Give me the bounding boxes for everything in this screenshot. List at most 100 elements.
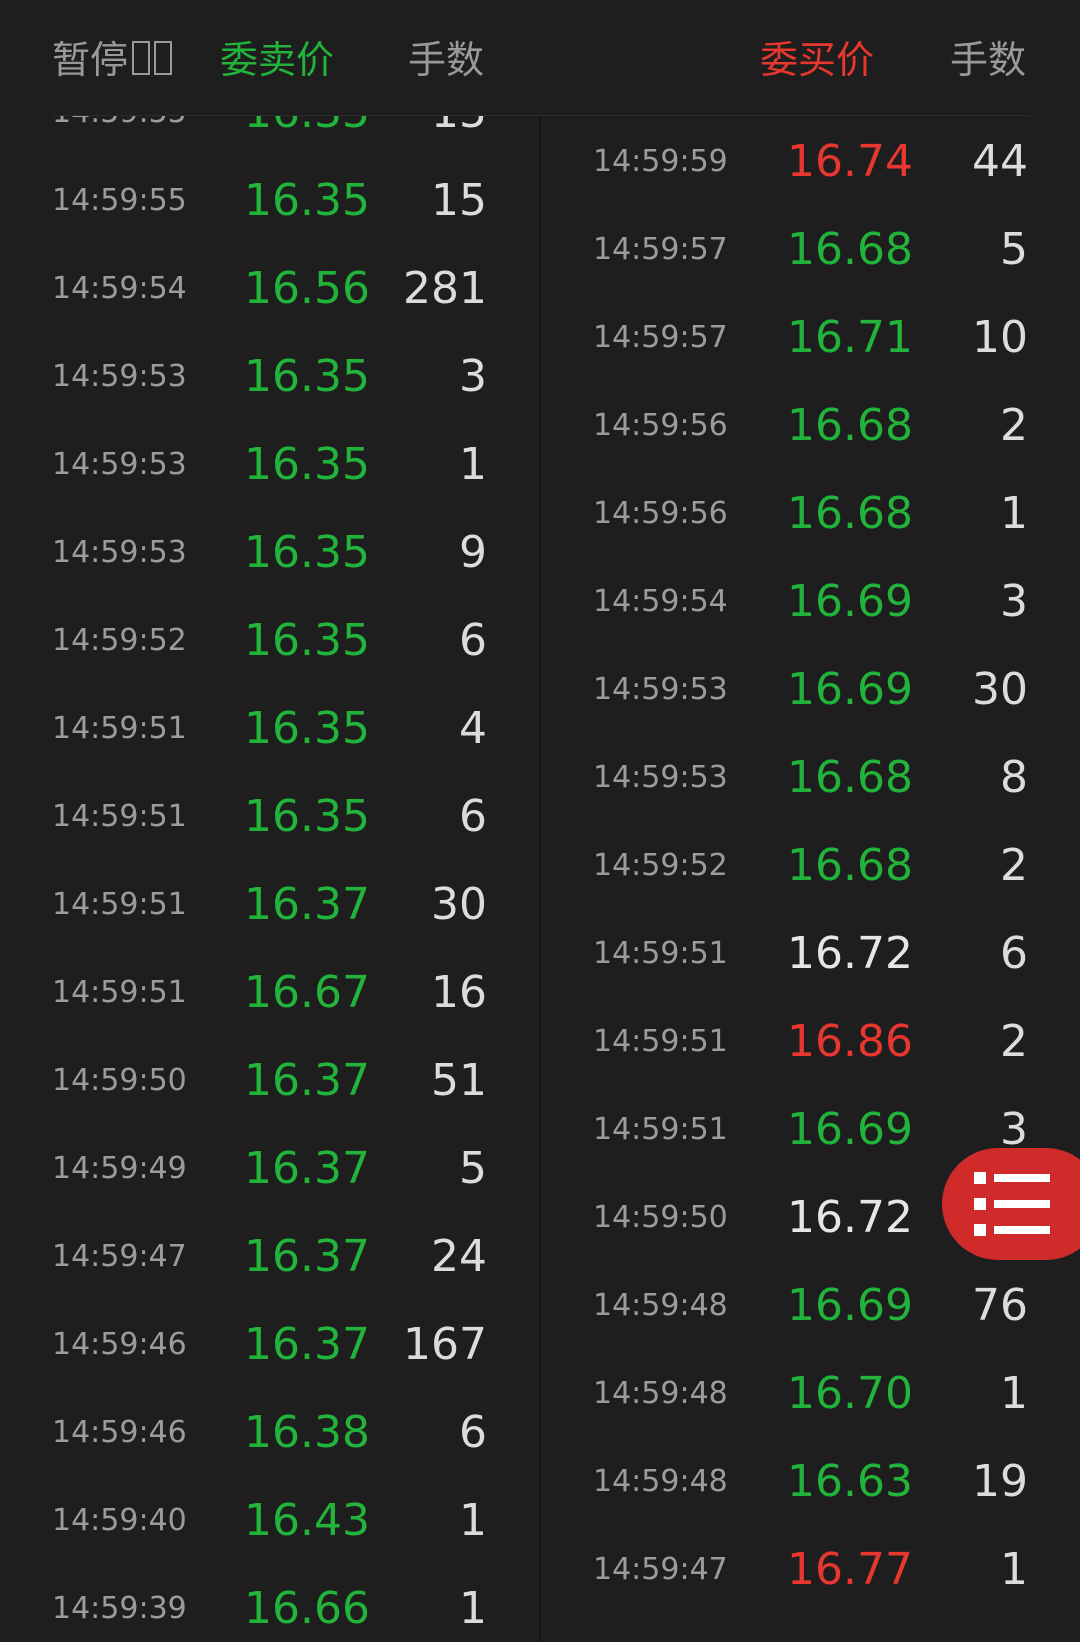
trade-time: 14:59:54 [593, 584, 728, 619]
trade-row: 14:59:46 16.37 167 [0, 1301, 539, 1389]
trade-price: 16.37 [244, 1231, 370, 1282]
trade-qty: 2 [1000, 840, 1028, 891]
trade-price: 16.37 [244, 879, 370, 930]
trade-time: 14:59:56 [593, 408, 728, 443]
trade-qty: 9 [459, 527, 487, 578]
trade-price: 16.77 [787, 1544, 913, 1595]
trade-time: 14:59:48 [593, 1376, 728, 1411]
list-icon [974, 1172, 1050, 1236]
trade-row: 14:59:40 16.43 1 [0, 1477, 539, 1565]
trade-qty: 5 [459, 1143, 487, 1194]
trade-row: 14:59:53 16.35 1 [0, 421, 539, 509]
trade-time: 14:59:56 [593, 496, 728, 531]
trade-row: 14:59:47 16.77 1 [541, 1526, 1080, 1614]
trade-qty: 167 [403, 1319, 487, 1370]
trade-row: 14:59:51 16.72 6 [541, 910, 1080, 998]
trade-qty: 2 [1000, 400, 1028, 451]
trade-price: 16.35 [244, 615, 370, 666]
trade-qty: 30 [972, 664, 1028, 715]
trade-time: 14:59:51 [52, 799, 187, 834]
trade-time: 14:59:53 [52, 535, 187, 570]
trade-qty: 1 [1000, 488, 1028, 539]
sell-list[interactable]: 14:59:5516.351514:59:5516.351514:59:5416… [0, 0, 539, 1642]
trade-qty: 51 [431, 1055, 487, 1106]
pause-button[interactable]: 暂停 [52, 32, 173, 88]
buy-list[interactable]: 14:59:59 16.74 44 14:59:57 16.68 5 14:59:57 16.… [541, 0, 1080, 1642]
trade-row: 14:59:46 16.38 6 [0, 1389, 539, 1477]
trade-qty: 6 [459, 615, 487, 666]
trade-price: 16.35 [244, 439, 370, 490]
trade-row: 14:59:53 16.35 9 [0, 509, 539, 597]
trade-time: 14:59:40 [52, 1503, 187, 1538]
trade-price: 16.37 [244, 1319, 370, 1370]
sell-price-header: 委卖价 [220, 38, 335, 82]
trade-price: 16.35 [244, 351, 370, 402]
trade-row: 14:59:53 16.68 8 [541, 734, 1080, 822]
trade-row: 14:59:39 16.66 1 [0, 1565, 539, 1642]
trade-time: 14:59:51 [52, 711, 187, 746]
header-divider [52, 115, 1030, 116]
trade-qty: 8 [1000, 752, 1028, 803]
trade-time: 14:59:53 [52, 447, 187, 482]
trade-row: 14:59:50 16.37 51 [0, 1037, 539, 1125]
trade-row: 14:59:53 16.69 30 [541, 646, 1080, 734]
trade-qty: 6 [459, 791, 487, 842]
trade-qty: 6 [459, 1407, 487, 1458]
list-menu-button[interactable] [942, 1148, 1080, 1260]
trade-row: 14:59:53 16.35 3 [0, 333, 539, 421]
trade-qty: 281 [403, 263, 487, 314]
trade-row: 14:59:59 16.74 44 [541, 118, 1080, 206]
trade-price: 16.69 [787, 664, 913, 715]
trade-time: 14:59:49 [52, 1151, 187, 1186]
trade-qty: 44 [972, 136, 1028, 187]
trade-time: 14:59:48 [593, 1288, 728, 1323]
trade-time: 14:59:47 [593, 1552, 728, 1587]
trade-price: 16.67 [244, 967, 370, 1018]
trade-row: 14:59:51 16.67 16 [0, 949, 539, 1037]
trade-row: 14:59:52 16.68 2 [541, 822, 1080, 910]
trade-qty: 3 [1000, 576, 1028, 627]
trade-price: 16.69 [787, 1280, 913, 1331]
trade-qty: 15 [431, 175, 487, 226]
trade-qty: 5 [1000, 224, 1028, 275]
trade-row: 14:59:51 16.86 2 [541, 998, 1080, 1086]
trade-qty: 1 [1000, 1368, 1028, 1419]
trade-price: 16.35 [244, 175, 370, 226]
trade-qty: 1 [459, 1495, 487, 1546]
trade-price: 16.71 [787, 312, 913, 363]
trade-price: 16.68 [787, 488, 913, 539]
trade-time: 14:59:50 [52, 1063, 187, 1098]
trade-price: 16.38 [244, 1407, 370, 1458]
trade-row: 14:59:57 16.71 10 [541, 294, 1080, 382]
trade-price: 16.72 [787, 1192, 913, 1243]
trade-time: 14:59:53 [593, 672, 728, 707]
trade-row: 14:59:56 16.68 2 [541, 382, 1080, 470]
trade-time: 14:59:52 [52, 623, 187, 658]
buy-qty-header: 手数 [950, 38, 1027, 82]
trade-time: 14:59:46 [52, 1327, 187, 1362]
trade-price: 16.43 [244, 1495, 370, 1546]
trade-header: 暂停 委卖价 手数 委买价 手数 [0, 0, 1080, 116]
trade-price: 16.63 [787, 1456, 913, 1507]
sell-qty-header: 手数 [408, 38, 485, 82]
trade-qty: 19 [972, 1456, 1028, 1507]
trade-time: 14:59:57 [593, 232, 728, 267]
trade-qty: 10 [972, 312, 1028, 363]
pause-icon [132, 41, 151, 75]
trade-time: 14:59:57 [593, 320, 728, 355]
trade-qty: 16 [431, 967, 487, 1018]
trade-qty: 30 [431, 879, 487, 930]
trade-row: 14:59:51 16.37 30 [0, 861, 539, 949]
trade-price: 16.35 [244, 703, 370, 754]
trade-time: 14:59:52 [593, 848, 728, 883]
trade-time: 14:59:51 [593, 1112, 728, 1147]
trade-price: 16.70 [787, 1368, 913, 1419]
trade-price: 16.56 [244, 263, 370, 314]
trade-time: 14:59:59 [593, 144, 728, 179]
trade-time: 14:59:51 [52, 975, 187, 1010]
trade-qty: 1 [459, 1583, 487, 1634]
trade-row: 14:59:47 16.37 24 [0, 1213, 539, 1301]
trade-price: 16.37 [244, 1143, 370, 1194]
trade-row: 14:59:57 16.68 5 [541, 206, 1080, 294]
trade-time: 14:59:46 [52, 1415, 187, 1450]
